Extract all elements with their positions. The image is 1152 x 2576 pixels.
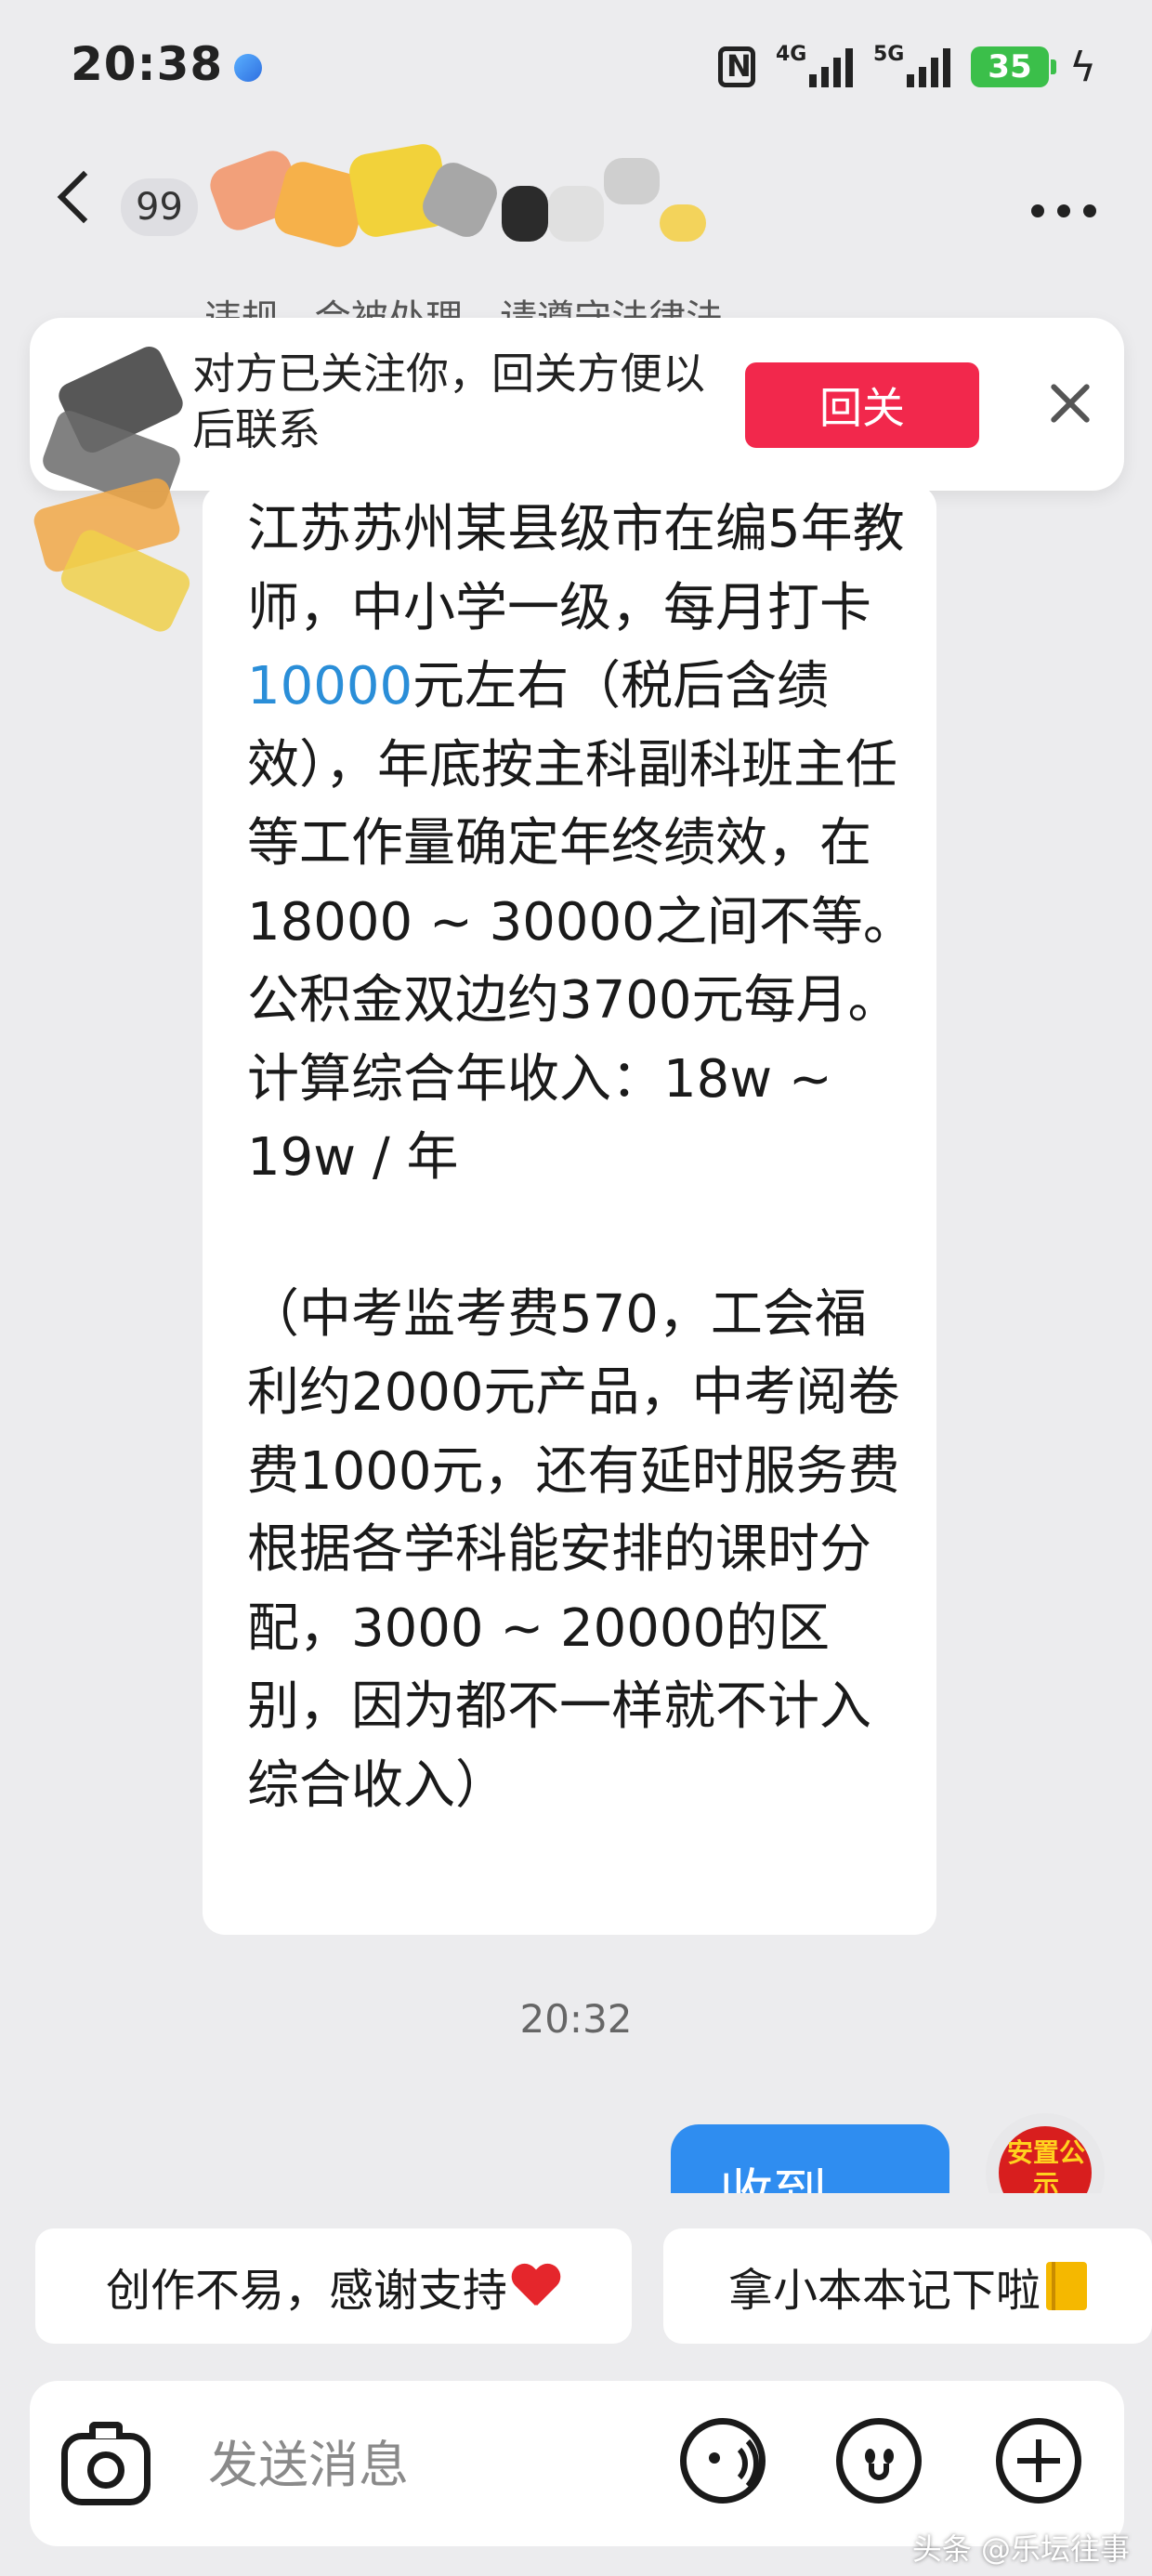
signal-4g-icon: 4G — [775, 43, 853, 87]
message-spacer — [247, 1198, 916, 1276]
chat-header: 99 — [0, 139, 1152, 279]
close-icon[interactable] — [1042, 375, 1098, 431]
message-paragraph-3: （中考监考费570，工会福利约2000元产品，中考阅卷费1000元，还有延时服务… — [247, 1283, 900, 1816]
emoji-icon[interactable] — [836, 2418, 922, 2504]
message-input[interactable] — [206, 2422, 656, 2507]
unread-count-badge[interactable]: 99 — [121, 178, 198, 236]
nfc-icon — [717, 46, 755, 87]
watermark: 头条 @乐坛往事 — [911, 2531, 1130, 2567]
camera-icon[interactable] — [61, 2420, 151, 2509]
quick-reply-label: 创作不易，感谢支持 — [105, 2265, 507, 2317]
heart-icon — [511, 2263, 561, 2309]
outgoing-message-bubble[interactable]: 收到 — [671, 2124, 949, 2193]
quick-reply-thanks[interactable]: 创作不易，感谢支持 — [35, 2228, 632, 2344]
incoming-message-bubble[interactable]: 江苏苏州某县级市在编5年教师，中小学一级，每月打卡10000元左右（税后含绩效）… — [203, 485, 936, 1935]
more-options-icon[interactable] — [1031, 204, 1096, 217]
charging-icon: ϟ — [1068, 43, 1096, 91]
battery-icon: 35 — [970, 46, 1056, 87]
message-paragraph-2: 计算综合年收入：18w ~ 19w / 年 — [247, 1048, 832, 1189]
avatar-seal-text: 安置公示 — [1006, 2137, 1085, 2193]
message-paragraph-1: 江苏苏州某县级市在编5年教师，中小学一级，每月打卡10000元左右（税后含绩效）… — [247, 491, 916, 1041]
quick-reply-notebook[interactable]: 拿小本本记下啦 — [663, 2228, 1152, 2344]
quick-replies: 创作不易，感谢支持 拿小本本记下啦 — [0, 2227, 1152, 2347]
network-label-1: 4G — [775, 43, 807, 66]
status-bar: 20:38 4G 5G 35 ϟ — [0, 0, 1152, 139]
message-timestamp: 20:32 — [519, 1996, 633, 2042]
voice-icon[interactable] — [680, 2418, 766, 2504]
plus-icon[interactable] — [996, 2418, 1081, 2504]
sender-avatar-redacted[interactable] — [28, 342, 232, 637]
notebook-icon — [1046, 2262, 1087, 2310]
status-time: 20:38 — [71, 37, 224, 91]
message-input-bar — [30, 2381, 1124, 2546]
message-text: 江苏苏州某县级市在编5年教师，中小学一级，每月打卡10000元左右（税后含绩效）… — [247, 491, 916, 1825]
quick-reply-label: 拿小本本记下啦 — [727, 2265, 1041, 2317]
message-highlight-number: 10000 — [247, 656, 413, 716]
app-notification-icon — [234, 54, 262, 82]
contact-name-redacted[interactable] — [195, 141, 715, 260]
back-arrow-icon[interactable] — [57, 170, 111, 224]
network-label-2: 5G — [872, 43, 905, 66]
outgoing-message-text: 收到 — [719, 2150, 827, 2193]
follow-back-text: 对方已关注你，回关方便以后联系 — [192, 348, 705, 454]
status-icons: 4G 5G 35 ϟ — [717, 39, 1096, 95]
message-text-part: 江苏苏州某县级市在编5年教师，中小学一级，每月打卡 — [247, 499, 905, 638]
follow-back-button[interactable]: 回关 — [745, 362, 979, 448]
my-avatar[interactable]: 安置公示 — [980, 2109, 1110, 2193]
signal-5g-icon: 5G — [872, 43, 950, 87]
